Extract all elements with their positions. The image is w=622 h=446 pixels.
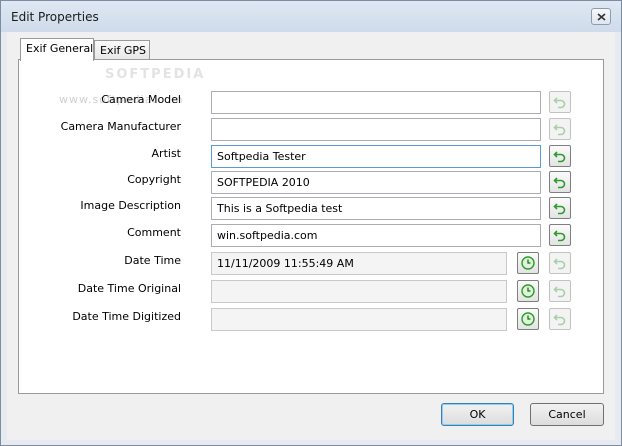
tab-label: Exif General (26, 42, 94, 55)
revert-button[interactable] (549, 91, 571, 113)
undo-arrow-icon (553, 97, 566, 109)
field-label: Copyright (127, 173, 181, 186)
copyright-field[interactable]: SOFTPEDIA 2010 (211, 171, 541, 194)
dialog-body: Exif General Exif GPS SOFTPEDIA www.soft… (7, 32, 615, 440)
revert-button[interactable] (549, 280, 571, 302)
date-time-digitized-field (211, 308, 507, 331)
clock-icon (521, 284, 535, 298)
cancel-button[interactable]: Cancel (530, 403, 604, 426)
revert-button[interactable] (549, 252, 571, 274)
revert-button[interactable] (549, 171, 571, 193)
clock-icon (521, 312, 535, 326)
undo-arrow-icon (553, 258, 566, 270)
set-date-button[interactable] (517, 280, 539, 302)
set-date-button[interactable] (517, 308, 539, 330)
tab-label: Exif GPS (100, 44, 147, 57)
revert-button[interactable] (549, 224, 571, 246)
exif-general-panel: SOFTPEDIA www.softpedia.com Camera Model… (18, 59, 604, 394)
undo-arrow-icon (553, 286, 566, 298)
undo-arrow-icon (553, 314, 566, 326)
undo-arrow-icon (553, 151, 566, 163)
field-label: Comment (127, 226, 181, 239)
window-title: Edit Properties (11, 10, 99, 24)
field-label: Artist (151, 147, 181, 160)
tab-exif-gps[interactable]: Exif GPS (94, 40, 150, 60)
edit-properties-window: Edit Properties Exif General Exif GPS SO… (0, 0, 622, 446)
revert-button[interactable] (549, 118, 571, 140)
undo-arrow-icon (553, 230, 566, 242)
date-time-original-field (211, 280, 507, 303)
date-time-field: 11/11/2009 11:55:49 AM (211, 252, 507, 275)
watermark-logo: SOFTPEDIA (105, 67, 206, 82)
camera-model-field[interactable] (211, 91, 541, 114)
ok-label: OK (469, 408, 486, 421)
undo-arrow-icon (553, 177, 566, 189)
close-icon (597, 13, 606, 21)
title-bar[interactable]: Edit Properties (1, 1, 621, 32)
undo-arrow-icon (553, 203, 566, 215)
artist-field[interactable]: Softpedia Tester (211, 145, 541, 168)
clock-icon (521, 256, 535, 270)
field-label: Camera Model (101, 93, 181, 106)
close-button[interactable] (591, 8, 611, 25)
field-label: Image Description (80, 199, 181, 212)
field-label: Date Time (124, 254, 181, 267)
set-date-button[interactable] (517, 252, 539, 274)
comment-field[interactable]: win.softpedia.com (211, 224, 541, 247)
camera-manufacturer-field[interactable] (211, 118, 541, 141)
image-description-field[interactable]: This is a Softpedia test (211, 197, 541, 220)
revert-button[interactable] (549, 308, 571, 330)
cancel-label: Cancel (548, 408, 586, 421)
revert-button[interactable] (549, 197, 571, 219)
revert-button[interactable] (549, 145, 571, 167)
field-label: Camera Manufacturer (60, 120, 181, 133)
undo-arrow-icon (553, 124, 566, 136)
ok-button[interactable]: OK (441, 403, 514, 426)
field-label: Date Time Original (77, 282, 181, 295)
tab-exif-general[interactable]: Exif General (20, 38, 94, 61)
field-label: Date Time Digitized (72, 310, 181, 323)
